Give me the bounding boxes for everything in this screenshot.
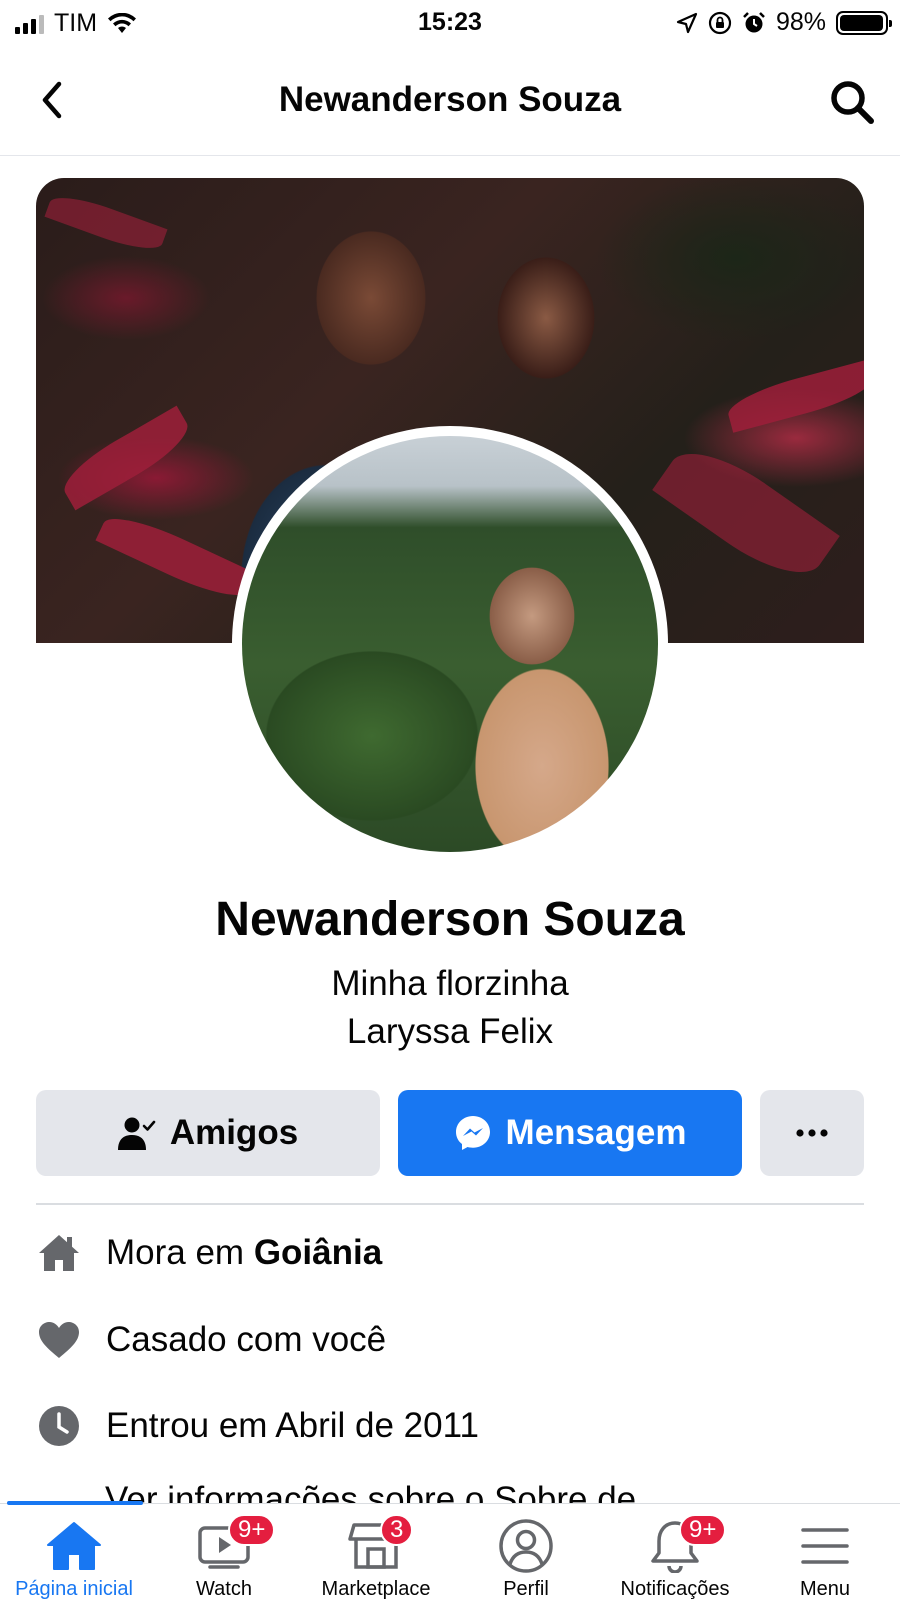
nav-notifications[interactable]: 9+ Notificações (608, 1504, 742, 1600)
cover-leaf-decoration (723, 359, 864, 433)
watch-badge: 9+ (228, 1514, 276, 1546)
clock-icon (36, 1403, 82, 1449)
friends-check-icon (117, 1117, 156, 1150)
bottom-nav: Página inicial 9+ Watch 3 Marketplace Pe… (0, 1501, 900, 1600)
nav-watch[interactable]: 9+ Watch (164, 1504, 284, 1600)
status-right: 98% (676, 8, 892, 37)
detail-relationship-text: Casado com você (106, 1320, 387, 1359)
battery-fill (840, 14, 884, 31)
more-dots-icon (796, 1129, 828, 1137)
nav-home[interactable]: Página inicial (6, 1504, 142, 1600)
home-icon (36, 1230, 82, 1276)
more-button[interactable] (760, 1090, 864, 1176)
search-icon (831, 81, 874, 124)
nav-marketplace[interactable]: 3 Marketplace (306, 1504, 446, 1600)
profile-header: Newanderson Souza (0, 60, 900, 156)
profile-picture-frame[interactable] (232, 426, 668, 862)
header-title: Newanderson Souza (278, 80, 622, 119)
detail-relationship: Casado com você (36, 1312, 386, 1368)
detail-lives-in-text: Mora em Goiânia (106, 1233, 382, 1273)
section-divider (36, 1203, 864, 1205)
nav-menu[interactable]: Menu (766, 1504, 884, 1600)
cover-leaf-decoration (652, 432, 840, 594)
menu-icon (793, 1516, 857, 1576)
nav-watch-label: Watch (196, 1578, 252, 1600)
bell-icon: 9+ (643, 1514, 727, 1576)
nav-menu-label: Menu (799, 1578, 851, 1600)
messenger-icon (455, 1116, 490, 1150)
bio-line-2: Laryssa Felix (346, 1012, 554, 1051)
nav-profile-label: Perfil (503, 1578, 549, 1600)
marketplace-badge: 3 (380, 1514, 414, 1546)
status-bar: TIM 15:23 98% (0, 0, 900, 46)
battery-percent: 98% (775, 8, 826, 36)
nav-home-label: Página inicial (15, 1578, 133, 1600)
search-button[interactable] (826, 76, 878, 128)
cover-leaf-decoration (95, 505, 257, 609)
home-icon (42, 1516, 106, 1576)
detail-lives-in: Mora em Goiânia (36, 1225, 382, 1281)
detail-joined-text: Entrou em Abril de 2011 (106, 1406, 479, 1445)
detail-lives-in-prefix: Mora em (106, 1233, 254, 1272)
friends-button[interactable]: Amigos (36, 1090, 380, 1176)
detail-lives-in-city[interactable]: Goiânia (254, 1233, 382, 1272)
chevron-left-icon (42, 81, 62, 119)
orientation-lock-icon (708, 11, 732, 34)
cover-leaf-decoration (55, 405, 197, 511)
detail-joined: Entrou em Abril de 2011 (36, 1398, 479, 1454)
message-button-label: Mensagem (505, 1113, 687, 1152)
profile-name: Newanderson Souza (215, 893, 685, 946)
avatar[interactable] (242, 436, 658, 852)
back-button[interactable] (28, 76, 76, 124)
nav-marketplace-label: Marketplace (321, 1578, 431, 1600)
cover-leaf-decoration (44, 188, 168, 258)
message-button[interactable]: Mensagem (398, 1090, 742, 1176)
location-arrow-icon (676, 12, 698, 33)
marketplace-icon: 3 (344, 1514, 414, 1576)
nav-notifications-label: Notificações (620, 1578, 730, 1600)
watch-icon: 9+ (192, 1514, 276, 1576)
bio-line-1: Minha florzinha (331, 964, 569, 1003)
profile-bio: Minha florzinha Laryssa Felix (0, 960, 900, 1056)
profile-icon (494, 1516, 558, 1576)
heart-icon (36, 1317, 82, 1363)
alarm-icon (743, 11, 765, 32)
notifications-badge: 9+ (679, 1514, 727, 1546)
battery-icon (836, 10, 892, 35)
friends-button-label: Amigos (169, 1113, 299, 1152)
nav-profile[interactable]: Perfil (466, 1504, 586, 1600)
